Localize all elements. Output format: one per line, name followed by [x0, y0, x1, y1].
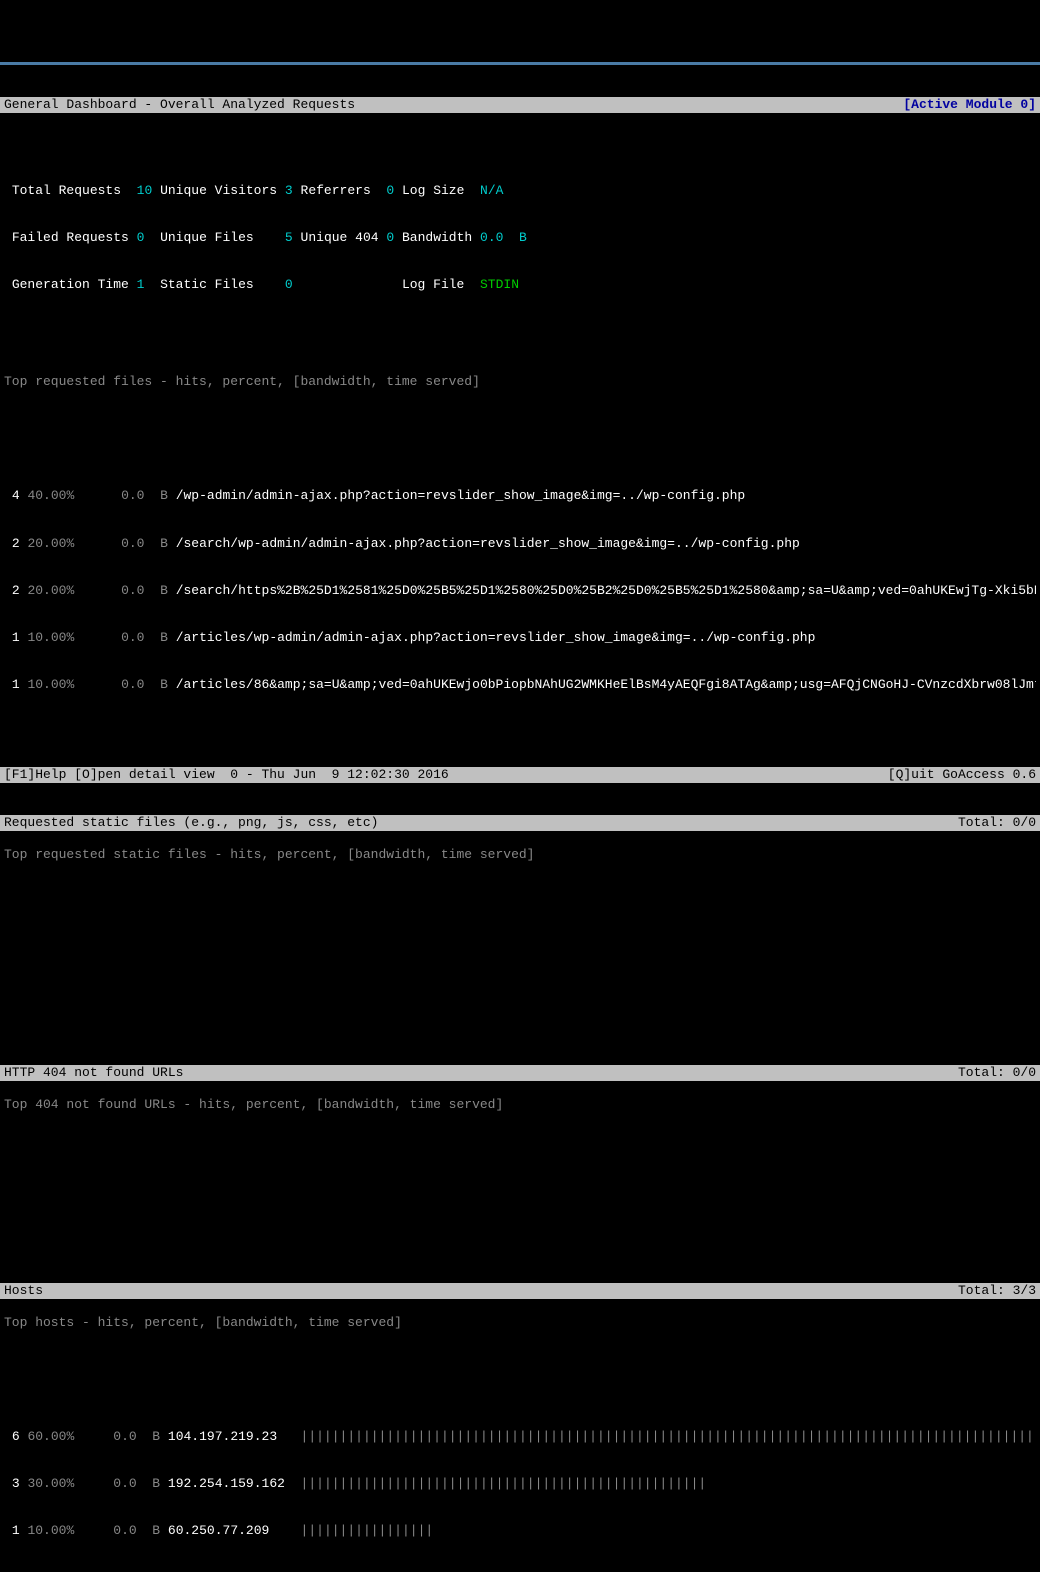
- top-files-rows: 4 40.00% 0.0 B /wp-admin/admin-ajax.php?…: [0, 453, 1040, 713]
- table-row: 1 10.00% 0.0 B /articles/86&amp;sa=U&amp…: [4, 677, 1036, 693]
- static-files-total: Total: 0/0: [958, 815, 1036, 831]
- gen-time-value: 1: [137, 277, 145, 292]
- bandwidth-label: Bandwidth: [402, 230, 472, 245]
- dashboard-title: General Dashboard - Overall Analyzed Req…: [4, 97, 355, 113]
- not-found-subtitle: Top 404 not found URLs - hits, percent, …: [0, 1097, 1040, 1113]
- top-files-subtitle: Top requested files - hits, percent, [ba…: [0, 374, 1040, 390]
- log-size-value: N/A: [480, 183, 503, 198]
- bandwidth-value: 0.0: [480, 230, 503, 245]
- table-row: 1 10.00% 0.0 B 60.250.77.209 |||||||||||…: [4, 1523, 1036, 1539]
- unique-visitors-label: Unique Visitors: [160, 183, 277, 198]
- failed-requests-label: Failed Requests: [12, 230, 129, 245]
- bandwidth-unit: B: [519, 230, 527, 245]
- static-files-value: 0: [285, 277, 293, 292]
- not-found-total: Total: 0/0: [958, 1065, 1036, 1081]
- summary-row-2: Failed Requests 0 Unique Files 5 Unique …: [4, 230, 1036, 246]
- hosts-subtitle: Top hosts - hits, percent, [bandwidth, t…: [0, 1315, 1040, 1331]
- summary-panel: Total Requests 10 Unique Visitors 3 Refe…: [0, 144, 1040, 312]
- not-found-title: HTTP 404 not found URLs: [4, 1065, 183, 1081]
- hosts-rows: 6 60.00% 0.0 B 104.197.219.23 ||||||||||…: [0, 1393, 1040, 1558]
- summary-row-3: Generation Time 1 Static Files 0 Log Fil…: [4, 277, 1036, 293]
- header-bar: General Dashboard - Overall Analyzed Req…: [0, 97, 1040, 113]
- total-requests-label: Total Requests: [12, 183, 121, 198]
- footer-bar: [F1]Help [O]pen detail view 0 - Thu Jun …: [0, 767, 1040, 783]
- static-files-subtitle: Top requested static files - hits, perce…: [0, 847, 1040, 863]
- unique-404-label: Unique 404: [301, 230, 379, 245]
- footer-quit-text[interactable]: [Q]uit GoAccess 0.6: [888, 767, 1036, 783]
- not-found-header: HTTP 404 not found URLs Total: 0/0: [0, 1065, 1040, 1081]
- hosts-title: Hosts: [4, 1283, 43, 1299]
- table-row: 1 10.00% 0.0 B /articles/wp-admin/admin-…: [4, 630, 1036, 646]
- hosts-total: Total: 3/3: [958, 1283, 1036, 1299]
- table-row: 4 40.00% 0.0 B /wp-admin/admin-ajax.php?…: [4, 488, 1036, 504]
- static-files-label: Static Files: [160, 277, 254, 292]
- footer-help-text[interactable]: [F1]Help [O]pen detail view 0 - Thu Jun …: [4, 767, 449, 783]
- log-file-label: Log File: [402, 277, 464, 292]
- unique-files-label: Unique Files: [160, 230, 254, 245]
- referrers-label: Referrers: [301, 183, 371, 198]
- unique-visitors-value: 3: [285, 183, 293, 198]
- log-file-value: STDIN: [480, 277, 519, 292]
- active-module-indicator: [Active Module 0]: [903, 97, 1036, 113]
- top-border: [0, 62, 1040, 65]
- log-size-label: Log Size: [402, 183, 464, 198]
- hosts-header: Hosts Total: 3/3: [0, 1283, 1040, 1299]
- table-row: 6 60.00% 0.0 B 104.197.219.23 ||||||||||…: [4, 1429, 1036, 1445]
- static-files-header: Requested static files (e.g., png, js, c…: [0, 815, 1040, 831]
- total-requests-value: 10: [137, 183, 153, 198]
- referrers-value: 0: [386, 183, 394, 198]
- gen-time-label: Generation Time: [12, 277, 129, 292]
- table-row: 2 20.00% 0.0 B /search/wp-admin/admin-aj…: [4, 536, 1036, 552]
- summary-row-1: Total Requests 10 Unique Visitors 3 Refe…: [4, 183, 1036, 199]
- unique-404-value: 0: [386, 230, 394, 245]
- failed-requests-value: 0: [137, 230, 145, 245]
- static-files-title: Requested static files (e.g., png, js, c…: [4, 815, 378, 831]
- table-row: 2 20.00% 0.0 B /search/https%2B%25D1%258…: [4, 583, 1036, 599]
- unique-files-value: 5: [285, 230, 293, 245]
- table-row: 3 30.00% 0.0 B 192.254.159.162 |||||||||…: [4, 1476, 1036, 1492]
